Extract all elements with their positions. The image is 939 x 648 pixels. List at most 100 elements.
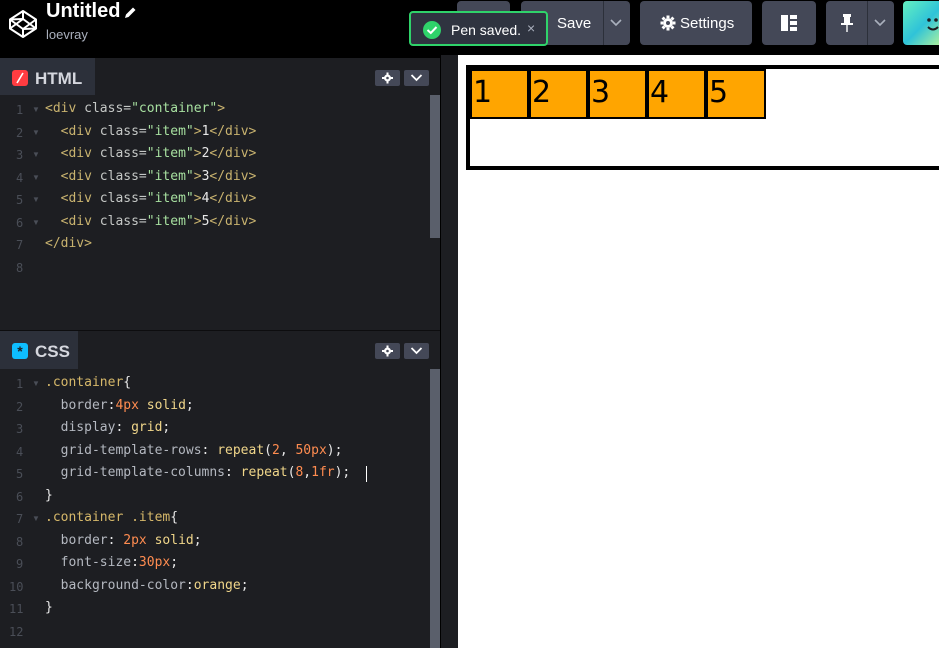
vertical-resizer[interactable]	[440, 55, 458, 648]
css-file-icon: *	[12, 343, 28, 359]
avatar-face-icon	[927, 18, 939, 31]
fold-arrow-icon[interactable]: ▼	[32, 195, 40, 204]
code-token: 2px	[123, 532, 147, 548]
gear-icon	[382, 345, 393, 357]
code-line: }	[45, 600, 53, 615]
check-circle-icon	[423, 21, 441, 39]
save-divider	[603, 1, 604, 45]
css-tab-label: CSS	[35, 342, 70, 361]
code-token: <div	[45, 168, 100, 184]
css-editor-scrollbar[interactable]	[430, 369, 440, 648]
code-token: >	[217, 101, 226, 116]
code-token: ;	[193, 532, 202, 548]
html-pane-header: HTML	[0, 58, 440, 98]
settings-button-label: Settings	[680, 15, 735, 32]
line-number: 7	[16, 512, 24, 526]
html-code-editor[interactable]: 1 ▼ <div class="container"> 2 ▼ <div class="…	[0, 95, 440, 330]
code-token: .container .item	[45, 510, 171, 525]
pen-title[interactable]: Untitled	[46, 0, 120, 23]
code-token: >	[193, 123, 202, 139]
code-token: >	[193, 168, 202, 184]
code-token: {	[170, 510, 179, 525]
code-token: </div>	[209, 191, 257, 206]
code-line: grid-template-columns: repeat(8,1fr);	[45, 465, 351, 480]
code-token: </div>	[209, 213, 257, 229]
html-settings-button[interactable]	[375, 70, 400, 86]
line-number: 9	[16, 557, 24, 571]
pin-button[interactable]	[826, 1, 894, 45]
code-token: </div>	[45, 236, 92, 251]
code-token: "item"	[146, 213, 194, 229]
grid-item: 2	[529, 69, 588, 119]
fold-arrow-icon[interactable]: ▼	[32, 379, 40, 388]
code-token: grid	[131, 420, 163, 435]
toast-close-icon[interactable]: ×	[527, 20, 535, 36]
line-number: 5	[16, 193, 24, 207]
tab-css[interactable]: * CSS	[0, 331, 78, 371]
code-token: class=	[99, 213, 147, 229]
grid-item: 3	[588, 69, 647, 119]
fold-arrow-icon[interactable]: ▼	[32, 128, 40, 137]
result-preview: 12345	[458, 55, 939, 648]
code-token: solid	[138, 397, 186, 413]
fold-arrow-icon[interactable]: ▼	[32, 173, 40, 182]
fold-arrow-icon[interactable]: ▼	[32, 514, 40, 523]
gear-icon	[382, 72, 393, 84]
fold-arrow-icon[interactable]: ▼	[32, 105, 40, 114]
code-token: </div>	[209, 146, 257, 161]
preview-container: 12345	[466, 65, 939, 170]
code-token: .container	[45, 375, 124, 390]
code-token: border	[45, 397, 108, 413]
text-cursor	[366, 466, 367, 482]
user-avatar[interactable]	[903, 1, 939, 45]
line-number: 4	[16, 444, 24, 459]
line-number: 6	[16, 489, 24, 504]
code-line: border: 2px solid;	[45, 533, 202, 548]
code-token: :	[225, 465, 241, 480]
css-pane-header: * CSS	[0, 331, 440, 371]
edit-pencil-icon[interactable]	[124, 6, 137, 19]
code-token: }	[45, 487, 53, 503]
code-token: grid-template-columns	[45, 465, 226, 480]
fold-arrow-icon[interactable]: ▼	[32, 150, 40, 159]
html-editor-scrollbar[interactable]	[430, 95, 440, 238]
chevron-down-icon[interactable]	[874, 19, 886, 27]
tab-html[interactable]: HTML	[0, 58, 95, 98]
code-line: <div class="container">	[45, 101, 225, 116]
line-number: 2	[16, 399, 24, 414]
code-token: ,	[303, 465, 312, 480]
code-token: "container"	[131, 101, 218, 116]
fold-arrow-icon[interactable]: ▼	[32, 218, 40, 227]
line-number: 4	[16, 170, 24, 185]
line-number: 3	[16, 422, 24, 436]
code-line: }	[45, 488, 53, 503]
line-number: 11	[9, 602, 24, 616]
css-code-editor[interactable]: 1 ▼ .container{2 border:4px solid; 3 displa…	[0, 369, 440, 648]
code-token: repeat	[217, 442, 265, 458]
code-token: }	[45, 600, 53, 615]
pin-divider	[867, 1, 868, 45]
css-settings-button[interactable]	[375, 343, 400, 359]
html-collapse-button[interactable]	[404, 70, 429, 86]
code-token: orange	[193, 577, 241, 593]
code-line: background-color:orange;	[45, 578, 249, 593]
line-number: 1	[16, 103, 24, 117]
code-line: <div class="item">5</div>	[45, 213, 257, 229]
code-token: display	[45, 420, 116, 435]
chevron-down-icon[interactable]	[610, 19, 622, 27]
toast-message: Pen saved.	[451, 22, 522, 38]
code-token: (	[264, 442, 272, 458]
code-line: .container{	[45, 375, 131, 390]
code-token: grid-template-rows	[45, 442, 202, 458]
html-tab-label: HTML	[35, 69, 83, 88]
author-name[interactable]: loevray	[46, 27, 88, 42]
settings-button[interactable]: Settings	[640, 1, 752, 45]
change-view-button[interactable]	[762, 1, 816, 45]
codepen-logo-icon[interactable]	[8, 9, 38, 39]
css-collapse-button[interactable]	[404, 343, 429, 359]
pin-icon	[841, 14, 853, 32]
line-number: 10	[9, 579, 24, 594]
code-token: );	[326, 442, 343, 458]
code-token: ;	[162, 420, 171, 435]
html-file-icon	[12, 70, 28, 86]
